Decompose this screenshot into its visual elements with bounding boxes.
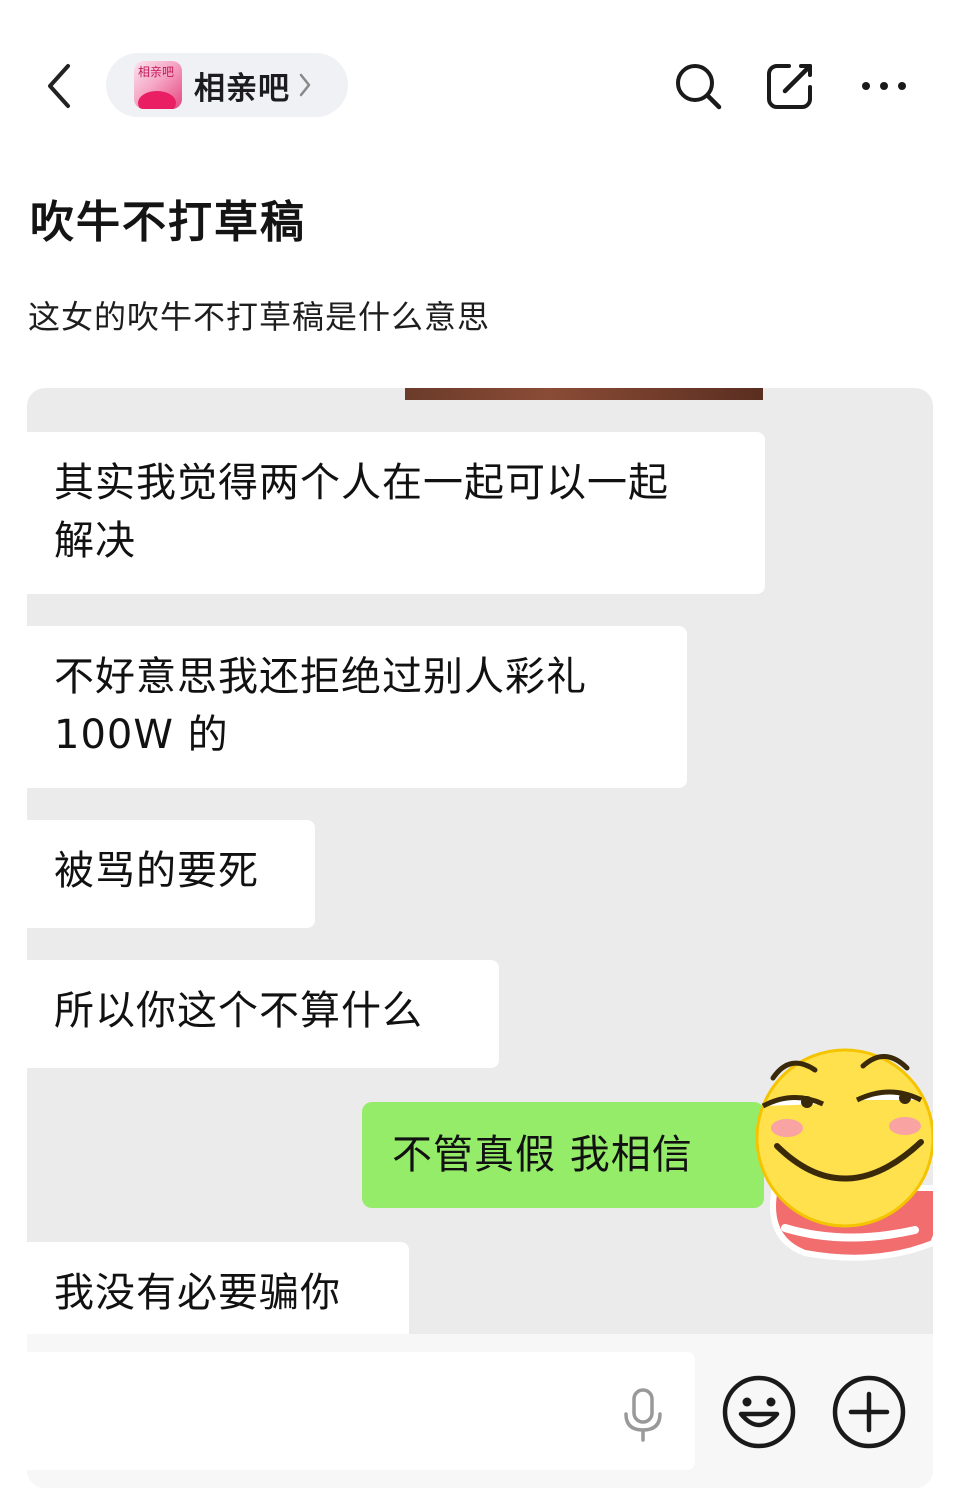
message-text-line: 被骂的要死 [54,848,259,894]
plus-icon[interactable] [831,1374,907,1450]
more-button[interactable] [856,56,912,116]
message-text-line: 所以你这个不算什么 [54,988,423,1034]
chat-bubble-received: 其实我觉得两个人在一起可以一起 解决 [27,432,765,594]
forum-avatar-text: 相亲吧 [138,65,175,79]
chat-input-bar [27,1334,933,1488]
more-icon [862,82,906,90]
forum-name: 相亲吧 [194,70,290,107]
message-text-line: 不管真假 我相信 [392,1132,693,1178]
post-body-text: 这女的吹牛不打草稿是什么意思 [28,298,491,336]
message-text-line: 不好意思我还拒绝过别人彩礼 [54,654,587,700]
forum-entry-button[interactable]: 相亲吧 相亲吧 [106,53,348,117]
chat-bubble-sent: 不管真假 我相信 [362,1102,764,1208]
forum-avatar: 相亲吧 [134,61,182,109]
message-text-line: 解决 [54,518,136,564]
message-input[interactable] [27,1352,695,1470]
microphone-icon[interactable] [621,1388,665,1442]
edit-icon [767,64,812,109]
message-text-line: 其实我觉得两个人在一起可以一起 [54,460,669,506]
message-text-line: 100W 的 [54,712,229,758]
post-image-chat-screenshot[interactable]: 其实我觉得两个人在一起可以一起 解决 不好意思我还拒绝过别人彩礼 100W 的 … [27,388,933,1488]
search-icon [676,64,722,110]
chat-bubble-received: 我没有必要骗你 [27,1242,409,1342]
back-button[interactable] [34,56,84,116]
search-button[interactable] [670,56,726,116]
post-title: 吹牛不打草稿 [30,197,306,248]
chat-bubble-received: 所以你这个不算什么 [27,960,499,1068]
edit-button[interactable] [762,56,818,116]
top-navigation-bar: 相亲吧 相亲吧 [0,0,960,150]
smirk-emoji-sticker [755,1048,933,1261]
chat-bubble-received: 不好意思我还拒绝过别人彩礼 100W 的 [27,626,687,788]
back-arrow-icon [48,64,70,108]
cropped-photo-strip [405,388,763,400]
message-text-line: 我没有必要骗你 [54,1270,341,1316]
chevron-right-icon [298,72,312,98]
chat-bubble-received: 被骂的要死 [27,820,315,928]
smiley-icon[interactable] [721,1374,797,1450]
